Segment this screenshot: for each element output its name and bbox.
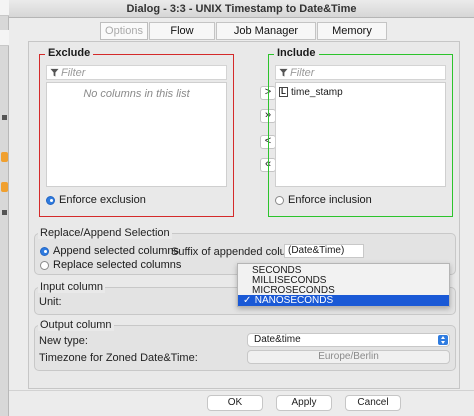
background-tab [0,30,9,46]
check-mark-icon: ✓ [243,295,252,306]
enforce-exclusion-option[interactable]: Enforce exclusion [46,194,146,206]
replace-append-title: Replace/Append Selection [38,227,172,239]
tab-flow-variables[interactable]: Flow Variables [149,22,215,53]
input-column-title: Input column [38,281,105,293]
filter-icon [279,68,288,77]
enforce-inclusion-option[interactable]: Enforce inclusion [275,194,372,206]
new-type-value: Date&time [254,334,301,345]
append-columns-label: Append selected columns [53,245,179,257]
include-filter-field[interactable] [275,65,446,80]
enforce-inclusion-radio[interactable] [275,195,284,205]
tab-bar: Options Flow Variables Job Manager Selec… [9,22,474,53]
options-panel: Exclude No columns in this list Enforce … [28,41,460,389]
button-bar: OK Apply Cancel [9,390,474,416]
exclude-empty-message: No columns in this list [83,88,190,100]
background-icon [2,115,7,120]
replace-columns-label: Replace selected columns [53,259,182,271]
suffix-input[interactable]: (Date&Time) [284,244,364,258]
enforce-inclusion-label: Enforce inclusion [288,194,372,206]
ok-button[interactable]: OK [207,395,263,411]
title-bar[interactable]: Dialog - 3:3 - UNIX Timestamp to Date&Ti… [9,0,474,18]
include-title: Include [274,47,319,59]
select-arrows-icon [438,335,448,345]
timezone-value: Europe/Berlin [318,351,379,362]
background-node-icon [1,182,8,192]
apply-button[interactable]: Apply [276,395,332,411]
filter-icon [50,68,59,77]
exclude-group: Exclude No columns in this list Enforce … [39,47,234,217]
tab-job-manager-selection[interactable]: Job Manager Selection [216,22,316,53]
background-node-icon [1,152,8,162]
exclude-list[interactable]: No columns in this list [46,82,227,187]
unit-option-nanoseconds[interactable]: ✓ NANOSECONDS [238,295,449,306]
include-group: Include L time_stamp Enforce inclusion [268,47,453,217]
output-column-section: Output column New type: Date&time Timezo… [34,319,456,371]
timezone-label: Timezone for Zoned Date&Time: [39,352,198,364]
background-app-strip [0,0,9,416]
cancel-button[interactable]: Cancel [345,395,401,411]
unit-label: Unit: [39,296,62,308]
new-type-label: New type: [39,335,88,347]
replace-columns-radio[interactable] [40,260,49,270]
replace-columns-option[interactable]: Replace selected columns [40,259,181,271]
unit-selected-label: NANOSECONDS [254,295,334,306]
window-title: Dialog - 3:3 - UNIX Timestamp to Date&Ti… [126,3,357,15]
timezone-select: Europe/Berlin [247,350,450,364]
column-name: time_stamp [291,86,343,98]
background-tab [0,0,9,16]
enforce-exclusion-label: Enforce exclusion [59,194,146,206]
enforce-exclusion-radio[interactable] [46,195,55,205]
exclude-filter-input[interactable] [61,66,224,79]
list-item[interactable]: L time_stamp [279,86,343,98]
tab-memory-policy[interactable]: Memory Policy [317,22,387,53]
unit-dropdown-list[interactable]: SECONDS MILLISECONDS MICROSECONDS ✓ NANO… [237,263,450,307]
include-list[interactable]: L time_stamp [275,82,446,187]
new-type-select[interactable]: Date&time [247,333,450,347]
output-column-title: Output column [38,319,114,331]
exclude-filter-field[interactable] [46,65,227,80]
long-type-icon: L [279,87,288,97]
dialog-window: Dialog - 3:3 - UNIX Timestamp to Date&Ti… [9,0,474,416]
include-filter-input[interactable] [290,66,443,79]
tab-options[interactable]: Options [100,22,148,40]
append-columns-option[interactable]: Append selected columns [40,245,179,257]
exclude-title: Exclude [45,47,94,59]
append-columns-radio[interactable] [40,246,49,256]
background-icon [2,210,7,215]
